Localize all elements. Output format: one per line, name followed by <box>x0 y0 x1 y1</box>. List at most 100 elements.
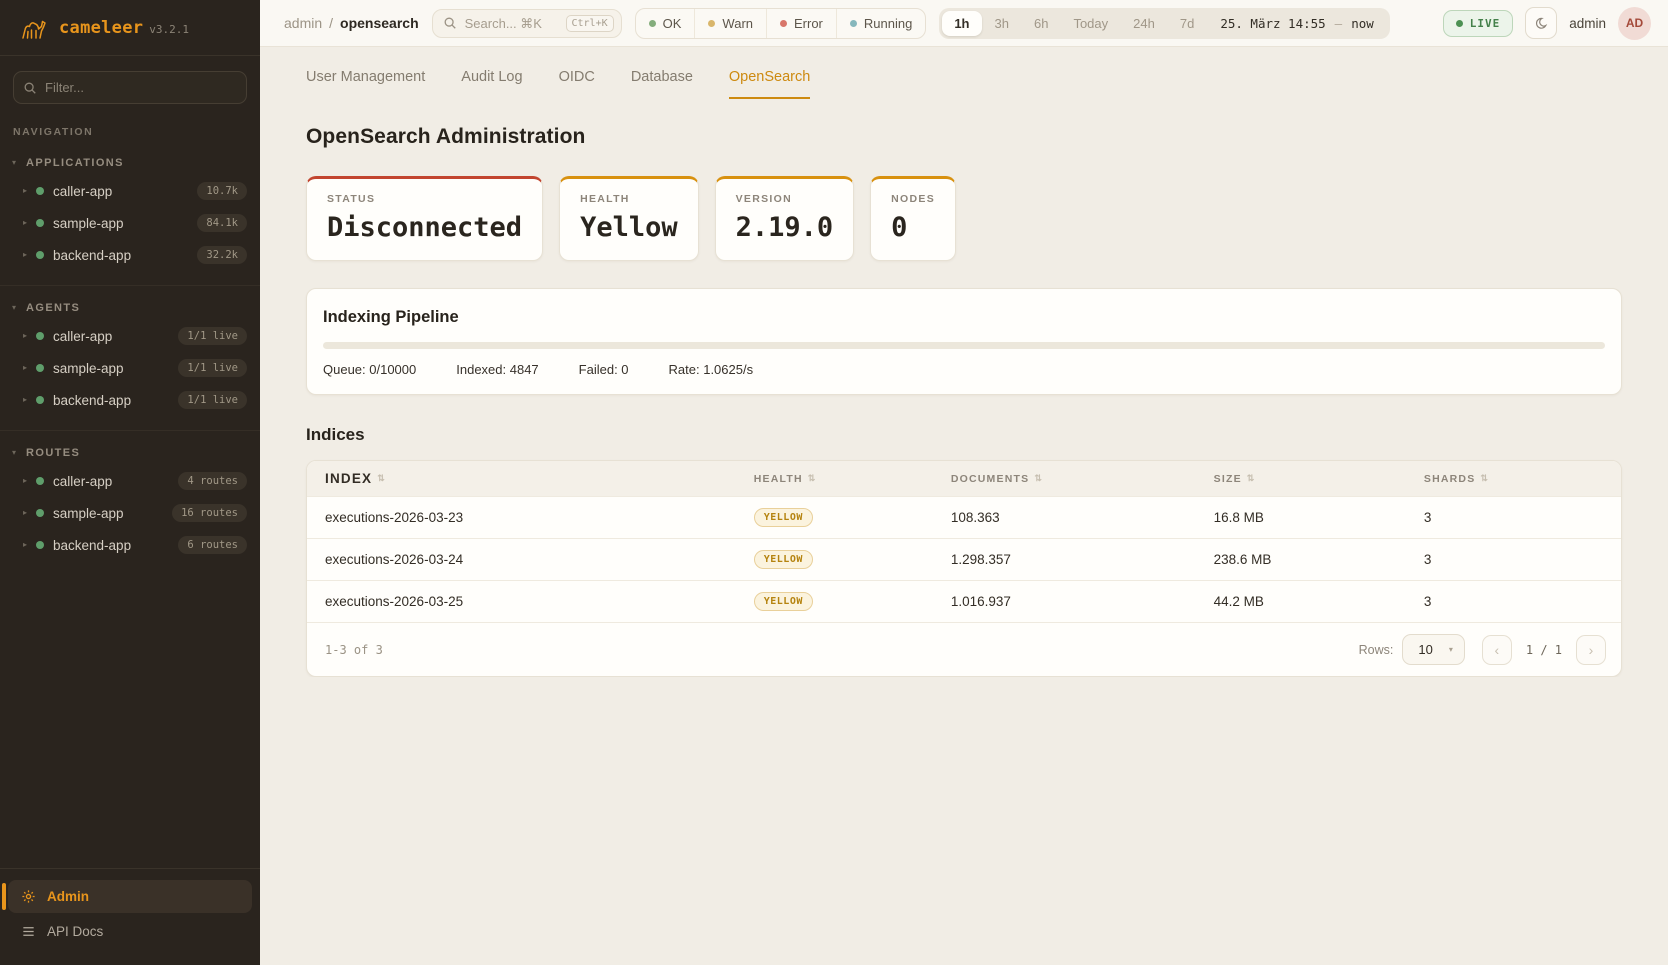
table-row[interactable]: executions-2026-03-24 YELLOW 1.298.357 2… <box>307 538 1621 580</box>
time-range-24h[interactable]: 24h <box>1121 11 1167 36</box>
cell-index: executions-2026-03-23 <box>307 510 754 525</box>
indices-title: Indices <box>306 425 1622 445</box>
avatar[interactable]: AD <box>1618 7 1651 40</box>
sidebar-item-label: sample-app <box>53 361 124 376</box>
column-header-label: SHARDS <box>1424 473 1476 485</box>
cell-size: 238.6 MB <box>1214 552 1424 567</box>
pipeline-stat-rate: Rate: 1.0625/s <box>669 362 754 377</box>
sidebar-item-caller-app[interactable]: ▸ caller-app 1/1 live <box>0 320 260 352</box>
page-title: OpenSearch Administration <box>306 125 1622 149</box>
health-badge: YELLOW <box>754 508 813 527</box>
page-content: OpenSearch Administration STATUS Disconn… <box>260 99 1668 677</box>
search-icon <box>443 16 457 30</box>
tab-audit-log[interactable]: Audit Log <box>461 69 522 99</box>
chevron-right-icon: ▸ <box>23 251 27 259</box>
stat-cards-row: STATUS Disconnected HEALTH Yellow VERSIO… <box>306 176 1622 261</box>
column-header-label: DOCUMENTS <box>951 473 1029 485</box>
sidebar-item-caller-app[interactable]: ▸ caller-app 4 routes <box>0 465 260 497</box>
stat-card-status: STATUS Disconnected <box>306 176 543 261</box>
sidebar-filter <box>13 71 247 104</box>
sidebar-item-caller-app[interactable]: ▸ caller-app 10.7k <box>0 175 260 207</box>
section-header-agents[interactable]: ▾ AGENTS <box>0 295 260 320</box>
tab-oidc[interactable]: OIDC <box>559 69 595 99</box>
ok-status-dot <box>649 20 656 27</box>
sidebar: cameleerv3.2.1 NAVIGATION ▾ APPLICATIONS… <box>0 0 260 965</box>
health-badge: YELLOW <box>754 592 813 611</box>
next-page-button[interactable]: › <box>1576 635 1606 665</box>
chevron-right-icon: ▸ <box>23 219 27 227</box>
sidebar-item-sample-app[interactable]: ▸ sample-app 84.1k <box>0 207 260 239</box>
sidebar-item-sample-app[interactable]: ▸ sample-app 16 routes <box>0 497 260 529</box>
time-range-1h[interactable]: 1h <box>942 11 981 36</box>
column-header-shards[interactable]: SHARDS ⇅ <box>1424 473 1621 485</box>
rows-per-page-select[interactable]: 10 ▾ <box>1402 634 1464 665</box>
filter-chip-running[interactable]: Running <box>836 9 925 38</box>
column-header-health[interactable]: HEALTH⇅ <box>754 473 951 485</box>
chevron-right-icon: ▸ <box>23 364 27 372</box>
tab-opensearch[interactable]: OpenSearch <box>729 69 810 99</box>
tab-user-management[interactable]: User Management <box>306 69 425 99</box>
sidebar-item-api-docs[interactable]: API Docs <box>8 915 252 948</box>
sidebar-item-label: API Docs <box>47 924 103 939</box>
sidebar-item-sample-app[interactable]: ▸ sample-app 1/1 live <box>0 352 260 384</box>
rows-per-page-value: 10 <box>1418 642 1432 657</box>
status-dot <box>36 251 44 259</box>
status-dot <box>36 509 44 517</box>
time-range-3h[interactable]: 3h <box>983 11 1021 36</box>
date-to: now <box>1351 16 1374 31</box>
time-range-7d[interactable]: 7d <box>1168 11 1206 36</box>
sidebar-item-badge: 10.7k <box>197 182 247 200</box>
sort-icon: ⇅ <box>377 473 386 484</box>
time-range-6h[interactable]: 6h <box>1022 11 1060 36</box>
panel-title: Indexing Pipeline <box>323 308 1605 327</box>
moon-icon <box>1534 16 1549 31</box>
table-row[interactable]: executions-2026-03-23 YELLOW 108.363 16.… <box>307 496 1621 538</box>
breadcrumb-current: opensearch <box>340 15 419 31</box>
date-from: 25. März 14:55 <box>1220 16 1325 31</box>
filter-chip-warn[interactable]: Warn <box>694 9 766 38</box>
filter-input[interactable] <box>13 71 247 104</box>
cell-health: YELLOW <box>754 550 951 569</box>
column-header-size[interactable]: SIZE ⇅ <box>1214 473 1424 485</box>
breadcrumb-parent[interactable]: admin <box>284 15 322 31</box>
column-header-label: INDEX <box>325 471 372 486</box>
time-range-today[interactable]: Today <box>1061 11 1120 36</box>
column-header-label: SIZE <box>1214 473 1242 485</box>
stat-card-nodes: NODES 0 <box>870 176 956 261</box>
filter-chip-label: OK <box>663 16 682 31</box>
status-dot <box>36 219 44 227</box>
cell-health: YELLOW <box>754 592 951 611</box>
chevron-right-icon: ▸ <box>23 509 27 517</box>
date-range-picker[interactable]: 25. März 14:55 — now <box>1207 16 1386 31</box>
column-header-documents[interactable]: DOCUMENTS ⇅ <box>951 473 1214 485</box>
sidebar-section-agents: ▾ AGENTS ▸ caller-app 1/1 live ▸ sample-… <box>0 285 260 425</box>
sort-icon: ⇅ <box>1034 473 1043 484</box>
sidebar-section-routes: ▾ ROUTES ▸ caller-app 4 routes ▸ sample-… <box>0 430 260 570</box>
sidebar-item-backend-app[interactable]: ▸ backend-app 6 routes <box>0 529 260 561</box>
sidebar-item-label: backend-app <box>53 248 131 263</box>
camel-logo-icon <box>18 15 48 41</box>
theme-toggle-button[interactable] <box>1525 7 1557 39</box>
sidebar-item-admin[interactable]: Admin <box>8 880 252 913</box>
keyboard-shortcut-badge: Ctrl+K <box>566 15 614 32</box>
filter-chip-error[interactable]: Error <box>766 9 836 38</box>
tab-database[interactable]: Database <box>631 69 693 99</box>
search-input[interactable] <box>465 16 558 31</box>
sidebar-item-backend-app[interactable]: ▸ backend-app 1/1 live <box>0 384 260 416</box>
page-indicator: 1 / 1 <box>1521 643 1567 657</box>
table-row[interactable]: executions-2026-03-25 YELLOW 1.016.937 4… <box>307 580 1621 622</box>
global-search: Ctrl+K <box>432 9 622 38</box>
sidebar-item-backend-app[interactable]: ▸ backend-app 32.2k <box>0 239 260 271</box>
section-header-applications[interactable]: ▾ APPLICATIONS <box>0 150 260 175</box>
previous-page-button[interactable]: ‹ <box>1482 635 1512 665</box>
status-dot <box>36 477 44 485</box>
column-header-index[interactable]: INDEX ⇅ <box>307 471 754 486</box>
status-filter-group: OK Warn Error Running <box>635 8 927 39</box>
chevron-right-icon: ▸ <box>23 187 27 195</box>
section-header-routes[interactable]: ▾ ROUTES <box>0 440 260 465</box>
live-toggle[interactable]: LIVE <box>1443 10 1514 37</box>
sort-icon: ⇅ <box>1480 473 1489 484</box>
sort-icon: ⇅ <box>1247 473 1256 484</box>
filter-chip-ok[interactable]: OK <box>636 9 695 38</box>
stat-value: 0 <box>891 212 935 243</box>
